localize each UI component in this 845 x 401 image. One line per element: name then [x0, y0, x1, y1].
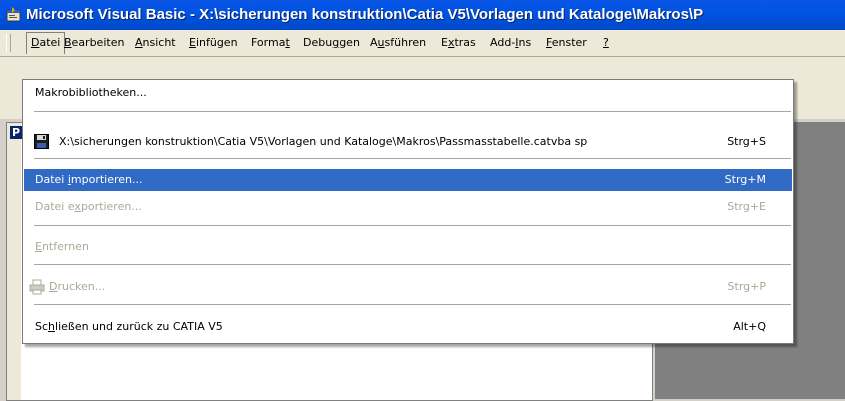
menu-item-shortcut: Strg+M [724, 173, 766, 186]
menu-item-datei-exportieren[interactable]: Datei exportieren... Strg+E [24, 196, 792, 218]
menu-separator [34, 158, 791, 159]
menu-item-label: Datei exportieren... [35, 200, 142, 213]
menu-item-label: Entfernen [35, 240, 89, 253]
menu-item-shortcut: Strg+P [727, 280, 766, 293]
menu-item-label: Drucken... [49, 280, 106, 293]
menu-separator [34, 264, 791, 265]
menu-item-shortcut: Alt+Q [733, 320, 766, 333]
menu-help[interactable]: ? [603, 36, 609, 49]
datei-dropdown-menu: Makrobibliotheken... X:\sicherungen kons… [22, 79, 794, 344]
menu-fenster[interactable]: Fenster [546, 36, 587, 49]
panel-label: P [10, 126, 23, 139]
menu-item-datei-importieren[interactable]: Datei importieren... Strg+M [24, 169, 792, 191]
menu-bar: Datei Bearbeiten Ansicht Einfügen Format… [0, 30, 845, 57]
menu-item-drucken[interactable]: Drucken... Strg+P [24, 276, 792, 298]
menu-separator [34, 111, 791, 112]
menu-item-label: Makrobibliotheken... [35, 86, 147, 99]
menu-item-label: Schließen und zurück zu CATIA V5 [35, 320, 223, 333]
menu-item-label: X:\sicherungen konstruktion\Catia V5\Vor… [59, 135, 588, 148]
menu-item-label: Datei importieren... [35, 173, 143, 186]
visual-basic-app-icon[interactable] [6, 7, 22, 23]
menu-ansicht[interactable]: Ansicht [135, 36, 176, 49]
window-title: Microsoft Visual Basic - X:\sicherungen … [26, 6, 704, 23]
menu-item-entfernen[interactable]: Entfernen [24, 236, 792, 258]
menu-separator [34, 225, 791, 226]
menu-item-shortcut: Strg+S [727, 135, 766, 148]
menu-item-schliessen[interactable]: Schließen und zurück zu CATIA V5 Alt+Q [24, 316, 792, 338]
menu-item-save-project[interactable]: X:\sicherungen konstruktion\Catia V5\Vor… [24, 131, 792, 153]
menu-datei[interactable]: Datei [26, 32, 66, 54]
menubar-grip[interactable] [6, 34, 11, 52]
menu-add-ins[interactable]: Add-Ins [490, 36, 531, 49]
menu-item-shortcut: Strg+E [727, 200, 766, 213]
save-disk-icon [34, 134, 49, 149]
menu-format[interactable]: Format [251, 36, 290, 49]
menu-debuggen[interactable]: Debuggen [303, 36, 360, 49]
menu-einfuegen[interactable]: Einfügen [189, 36, 238, 49]
menu-ausfuehren[interactable]: Ausführen [370, 36, 426, 49]
menu-bearbeiten[interactable]: Bearbeiten [64, 36, 124, 49]
printer-icon [29, 279, 45, 295]
panel-strip [7, 123, 21, 400]
menu-item-makrobibliotheken[interactable]: Makrobibliotheken... [24, 82, 792, 104]
menu-extras[interactable]: Extras [441, 36, 476, 49]
title-bar: Microsoft Visual Basic - X:\sicherungen … [0, 0, 845, 30]
menu-separator [34, 304, 791, 305]
